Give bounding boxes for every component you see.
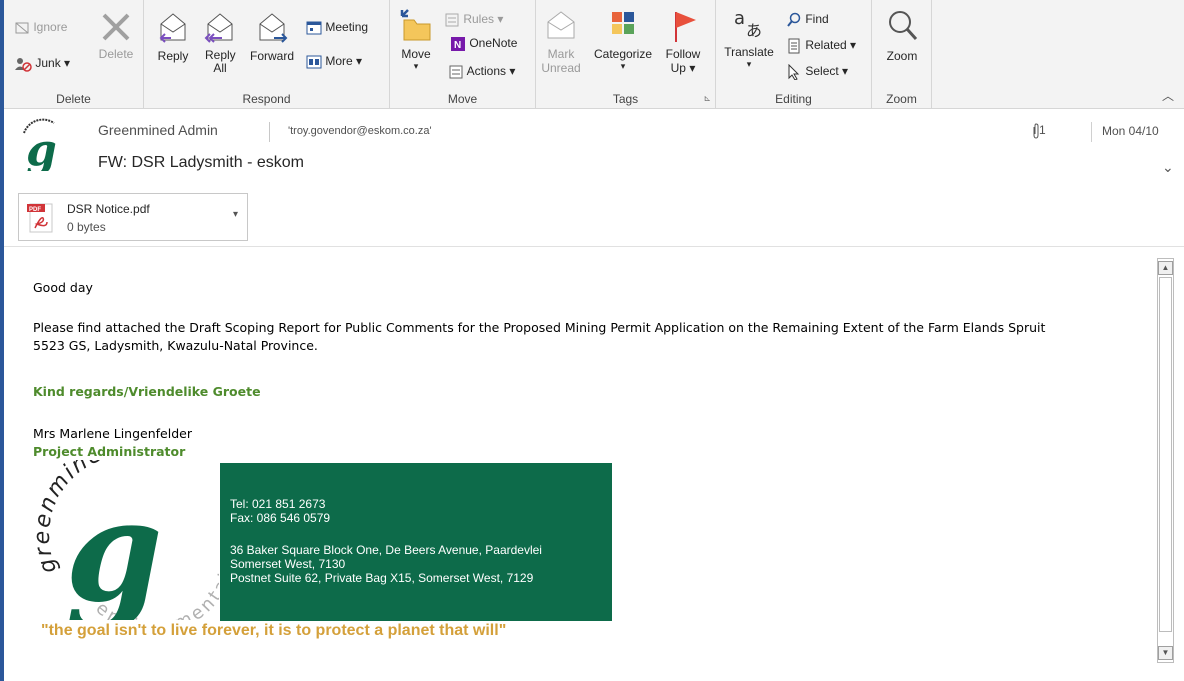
tags-group-label: Tags <box>612 92 639 106</box>
find-button[interactable]: Find <box>786 12 829 28</box>
flag-icon <box>675 12 696 42</box>
regards-line: Kind regards/Vriendelike Groete <box>33 384 261 399</box>
scroll-up-arrow-icon[interactable]: ▲ <box>1158 261 1173 275</box>
svg-text:a: a <box>734 8 745 29</box>
respond-group: Reply Reply All Forward Meeting More ▾ R… <box>144 0 390 108</box>
signature-address-line2: Somerset West, 7130 <box>230 557 346 571</box>
reply-all-icon <box>204 13 233 43</box>
svg-text:N: N <box>454 40 461 51</box>
ignore-icon <box>15 22 29 34</box>
signature-contact-box: Tel: 021 851 2673 Fax: 086 546 0579 36 B… <box>220 463 612 621</box>
greenmined-logo: greenmined environmental g <box>35 460 219 620</box>
editing-group-label: Editing <box>775 92 812 106</box>
svg-text:あ: あ <box>746 21 762 40</box>
attachment-size: 0 bytes <box>67 220 106 234</box>
scroll-down-arrow-icon[interactable]: ▼ <box>1158 646 1173 660</box>
ignore-button[interactable]: Ignore <box>14 20 67 36</box>
reply-all-button[interactable]: Reply All <box>198 8 242 75</box>
sender-avatar-logo: g <box>20 118 64 171</box>
header-date-separator <box>1091 122 1092 142</box>
svg-text:PDF: PDF <box>29 207 41 213</box>
meeting-button[interactable]: Meeting <box>306 20 368 36</box>
select-cursor-icon <box>788 64 800 80</box>
zoom-group: Zoom Zoom <box>872 0 932 108</box>
delete-group: Ignore Junk ▾ Delete Delete <box>4 0 144 108</box>
ribbon: Ignore Junk ▾ Delete Delete Reply Reply … <box>4 0 1184 109</box>
header-separator <box>269 122 270 142</box>
recipient-address[interactable]: 'troy.govendor@eskom.co.za' <box>288 125 432 137</box>
move-group-label: Move <box>447 92 478 106</box>
mark-unread-button[interactable]: Mark Unread <box>540 8 582 75</box>
mark-unread-icon <box>547 11 575 39</box>
meeting-icon <box>306 21 322 35</box>
actions-button[interactable]: Actions ▾ <box>448 64 515 80</box>
header-body-divider <box>4 246 1184 247</box>
select-button[interactable]: Select ▾ <box>786 64 848 80</box>
actions-icon <box>449 65 463 79</box>
signature-quote: "the goal isn't to live forever, it is t… <box>41 622 507 639</box>
rules-button[interactable]: Rules ▾ <box>444 12 503 28</box>
onenote-icon: N <box>451 37 465 51</box>
signature-name: Mrs Marlene Lingenfelder <box>33 426 192 441</box>
message-date: Mon 04/10 <box>1102 124 1159 138</box>
signature-address-line3: Postnet Suite 62, Private Bag X15, Somer… <box>230 571 534 585</box>
signature-fax: Fax: 086 546 0579 <box>230 511 331 525</box>
message-header: g Greenmined Admin 'troy.govendor@eskom.… <box>4 109 1184 189</box>
rules-icon <box>445 13 459 27</box>
junk-icon <box>15 58 32 72</box>
attachment-name: DSR Notice.pdf <box>67 202 150 216</box>
attachment-count: 1 <box>1039 123 1046 137</box>
delete-button[interactable]: Delete <box>94 10 138 61</box>
follow-up-button[interactable]: Follow Up ▾ <box>662 8 704 75</box>
vertical-scrollbar[interactable]: ▲ ▼ <box>1157 258 1174 663</box>
zoom-magnifier-icon <box>889 11 918 41</box>
reply-icon <box>159 13 186 43</box>
signature-address-line1: 36 Baker Square Block One, De Beers Aven… <box>230 543 542 557</box>
move-folder-icon <box>400 9 431 41</box>
attachment-card[interactable]: PDF DSR Notice.pdf 0 bytes ▾ <box>18 193 248 241</box>
expand-header-chevron-icon[interactable]: ⌄ <box>1162 159 1174 176</box>
body-paragraph-line1: Please find attached the Draft Scoping R… <box>33 320 1046 335</box>
attachment-dropdown-icon[interactable]: ▾ <box>233 209 238 220</box>
reply-button[interactable]: Reply <box>152 8 194 63</box>
delete-group-label: Delete <box>56 92 91 106</box>
zoom-button[interactable]: Zoom <box>878 8 926 63</box>
collapse-ribbon-chevron-icon[interactable]: ︿ <box>1162 87 1174 104</box>
delete-x-icon <box>102 13 130 41</box>
move-button[interactable]: Move ▾ <box>396 6 436 72</box>
message-subject: FW: DSR Ladysmith - eskom <box>98 154 304 171</box>
body-paragraph-line2: 5523 GS, Ladysmith, Kwazulu-Natal Provin… <box>33 338 318 353</box>
signature-role: Project Administrator <box>33 444 186 459</box>
categorize-icon <box>612 12 634 34</box>
respond-group-label: Respond <box>242 92 291 106</box>
more-button[interactable]: More ▾ <box>306 54 362 70</box>
editing-group: aあ Translate ▾ Find Related ▾ Select ▾ E… <box>716 0 872 108</box>
scrollbar-thumb[interactable] <box>1159 277 1172 632</box>
related-button[interactable]: Related ▾ <box>786 38 856 54</box>
find-search-icon <box>787 12 801 27</box>
signature-tel: Tel: 021 851 2673 <box>230 497 326 511</box>
onenote-button[interactable]: N OneNote <box>450 36 517 52</box>
related-icon <box>788 38 800 54</box>
tags-group: Mark Unread Categorize ▾ Follow Up ▾ ⊾ T… <box>536 0 716 108</box>
categorize-button[interactable]: Categorize ▾ <box>588 8 658 72</box>
zoom-group-label: Zoom <box>886 92 917 106</box>
move-group: Move ▾ Rules ▾ N OneNote Actions ▾ Move <box>390 0 536 108</box>
translate-icon: aあ <box>734 8 762 40</box>
junk-button[interactable]: Junk ▾ <box>14 56 70 72</box>
svg-text:g: g <box>65 470 163 620</box>
pdf-file-icon: PDF <box>27 203 53 233</box>
svg-text:g: g <box>26 125 57 171</box>
sender-name[interactable]: Greenmined Admin <box>98 122 218 138</box>
forward-icon <box>259 13 288 43</box>
forward-button[interactable]: Forward <box>246 8 298 63</box>
translate-button[interactable]: aあ Translate ▾ <box>720 6 778 70</box>
more-respond-icon <box>306 55 322 69</box>
greeting: Good day <box>33 280 93 295</box>
